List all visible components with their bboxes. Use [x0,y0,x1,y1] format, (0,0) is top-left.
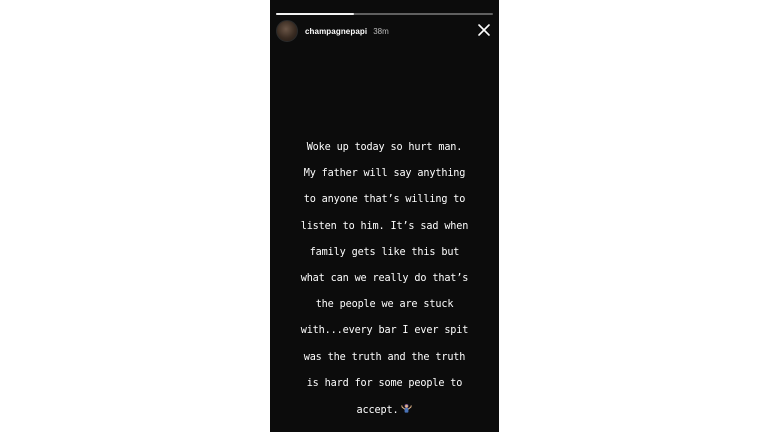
story-progress-fill [276,13,355,15]
avatar[interactable] [276,20,298,42]
story-header: champagnepapi 38m [276,20,493,42]
story-text-line: to anyone that’s willing to [303,194,466,206]
close-icon[interactable] [477,23,491,37]
shrug-emoji-icon [401,403,413,413]
username[interactable]: champagnepapi [305,27,367,36]
story-text-line: what can we really do that’s [300,273,469,285]
story-text-line: is hard for some people to [306,377,463,389]
story-text-line: was the truth and the truth [303,351,466,363]
story-progress-bar [276,13,493,15]
story-text-line: accept. [356,404,399,416]
story-text-line: with...every bar I ever spit [300,325,469,337]
story-text-line: family gets like this but [309,246,460,258]
story-text-line: Woke up today so hurt man. [306,142,463,154]
story-text-line: My father will say anything [303,168,466,180]
story-caption: Woke up today so hurt man. My father wil… [282,128,487,417]
story-text-line: listen to him. It’s sad when [300,220,469,232]
story-viewer[interactable]: champagnepapi 38m Woke up today so hurt … [270,0,499,432]
story-text-line: the people we are stuck [315,299,454,311]
timestamp: 38m [373,26,389,36]
